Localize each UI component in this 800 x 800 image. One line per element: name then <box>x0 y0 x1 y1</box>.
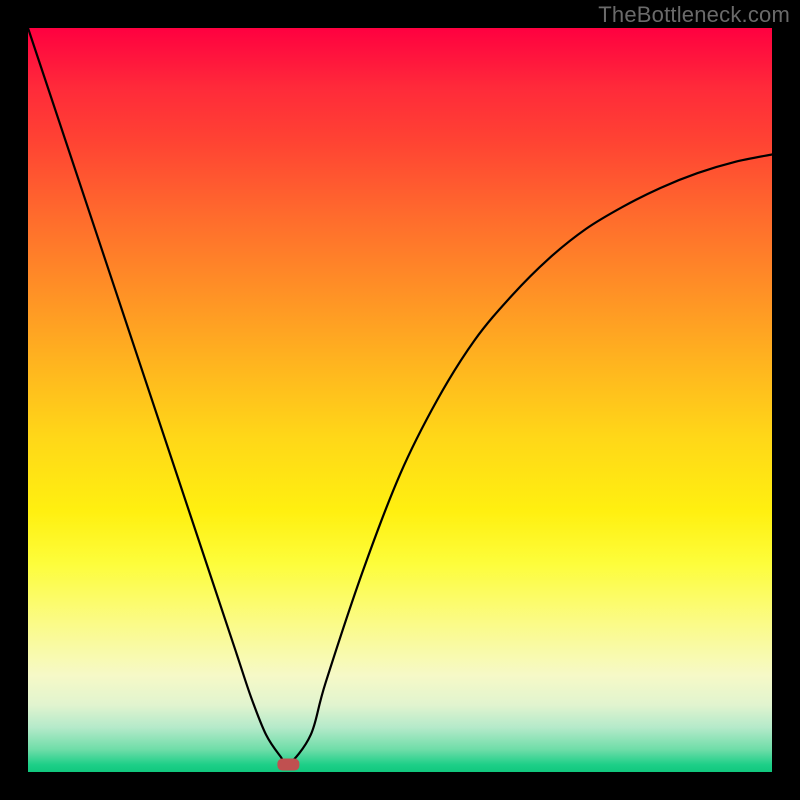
chart-container: TheBottleneck.com <box>0 0 800 800</box>
watermark-text: TheBottleneck.com <box>598 2 790 28</box>
curve-svg <box>28 28 772 772</box>
bottleneck-curve <box>28 28 772 766</box>
plot-area <box>28 28 772 772</box>
minimum-marker <box>277 759 299 771</box>
